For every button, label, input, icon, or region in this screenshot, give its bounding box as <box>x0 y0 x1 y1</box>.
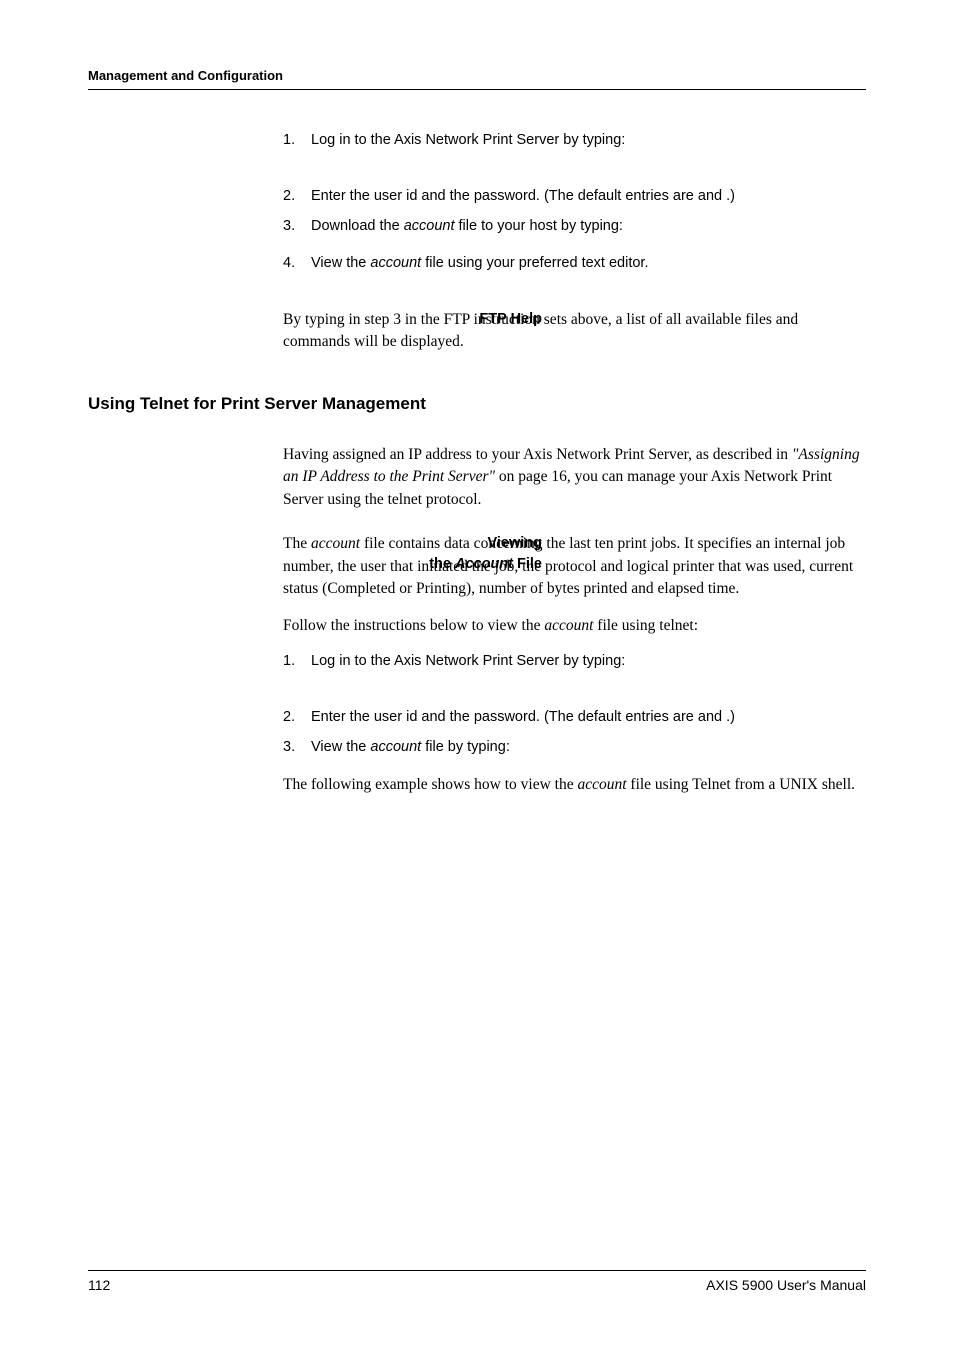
step-number: 2. <box>283 707 311 729</box>
text-part: file using Telnet from a UNIX shell. <box>627 776 856 793</box>
step-text: Download the account file to your host b… <box>311 216 866 238</box>
label-line: File <box>513 556 542 572</box>
ftp-step-1: 1. Log in to the Axis Network Print Serv… <box>283 130 866 152</box>
text-part: The following example shows how to view … <box>283 776 577 793</box>
step-text-italic: account <box>404 218 455 234</box>
step-text: View the account file using your preferr… <box>311 253 866 275</box>
step-text-part: file to your host by typing: <box>455 218 623 234</box>
step-number: 1. <box>283 130 311 152</box>
text-part: The <box>283 535 311 552</box>
text-part: Having assigned an IP address to your Ax… <box>283 446 792 463</box>
step-text-part: View the <box>311 255 370 271</box>
text-italic: account <box>577 776 626 793</box>
viewing-label: Viewing the Account File <box>371 533 556 574</box>
step-text-part: Enter the user id and the password. (The… <box>311 188 698 204</box>
step-text-part: Download the <box>311 218 404 234</box>
manual-title: AXIS 5900 User's Manual <box>706 1277 866 1293</box>
page-number: 112 <box>88 1277 110 1293</box>
step-text-part: file by typing: <box>421 739 510 755</box>
step-number: 4. <box>283 253 311 275</box>
intro-paragraph: Having assigned an IP address to your Ax… <box>283 444 866 511</box>
step-text: View the account file by typing: <box>311 737 866 759</box>
step-number: 3. <box>283 216 311 238</box>
ftp-step-4: 4. View the account file using your pref… <box>283 253 866 275</box>
ftp-step-3: 3. Download the account file to your hos… <box>283 216 866 238</box>
step-text: Log in to the Axis Network Print Server … <box>311 651 866 673</box>
step-text-italic: account <box>370 255 421 271</box>
step-text-part: and <box>698 188 726 204</box>
step-number: 3. <box>283 737 311 759</box>
main-content: 1. Log in to the Axis Network Print Serv… <box>88 130 866 797</box>
label-italic: Account <box>455 556 513 572</box>
step-text-part: Enter the user id and the password. (The… <box>311 709 698 725</box>
step-text-part: file using your preferred text editor. <box>421 255 648 271</box>
ftp-help-block: FTP Help By typing in step 3 in the FTP … <box>283 309 866 354</box>
text-part: By typing <box>283 311 348 328</box>
step-text-part: and <box>698 709 726 725</box>
step-text-part: .) <box>726 709 735 725</box>
ftp-help-label: FTP Help <box>371 309 556 329</box>
step-text: Enter the user id and the password. (The… <box>311 707 866 729</box>
step-text-part: View the <box>311 739 370 755</box>
step-number: 1. <box>283 651 311 673</box>
text-italic: account <box>311 535 360 552</box>
closing-paragraph: The following example shows how to view … <box>283 774 866 796</box>
telnet-step-1: 1. Log in to the Axis Network Print Serv… <box>283 651 866 673</box>
viewing-account-block: Viewing the Account File The account fil… <box>283 533 866 600</box>
page-footer: 112 AXIS 5900 User's Manual <box>88 1270 866 1293</box>
telnet-step-2: 2. Enter the user id and the password. (… <box>283 707 866 729</box>
step-text: Log in to the Axis Network Print Server … <box>311 130 866 152</box>
text-italic: account <box>544 617 593 634</box>
step-number: 2. <box>283 186 311 208</box>
ftp-step-2: 2. Enter the user id and the password. (… <box>283 186 866 208</box>
page-header: Management and Configuration <box>88 68 866 90</box>
section-heading-telnet: Using Telnet for Print Server Management <box>88 394 866 414</box>
viewing-para-2: Follow the instructions below to view th… <box>283 615 866 637</box>
step-text-part: .) <box>726 188 735 204</box>
label-line: the <box>429 556 455 572</box>
text-part: file using telnet: <box>593 617 698 634</box>
telnet-step-3: 3. View the account file by typing: <box>283 737 866 759</box>
text-part: file contains data concerning the last t… <box>283 535 853 597</box>
text-part: Follow the instructions below to view th… <box>283 617 544 634</box>
step-text: Enter the user id and the password. (The… <box>311 186 866 208</box>
label-line: Viewing <box>487 535 542 551</box>
step-text-italic: account <box>370 739 421 755</box>
